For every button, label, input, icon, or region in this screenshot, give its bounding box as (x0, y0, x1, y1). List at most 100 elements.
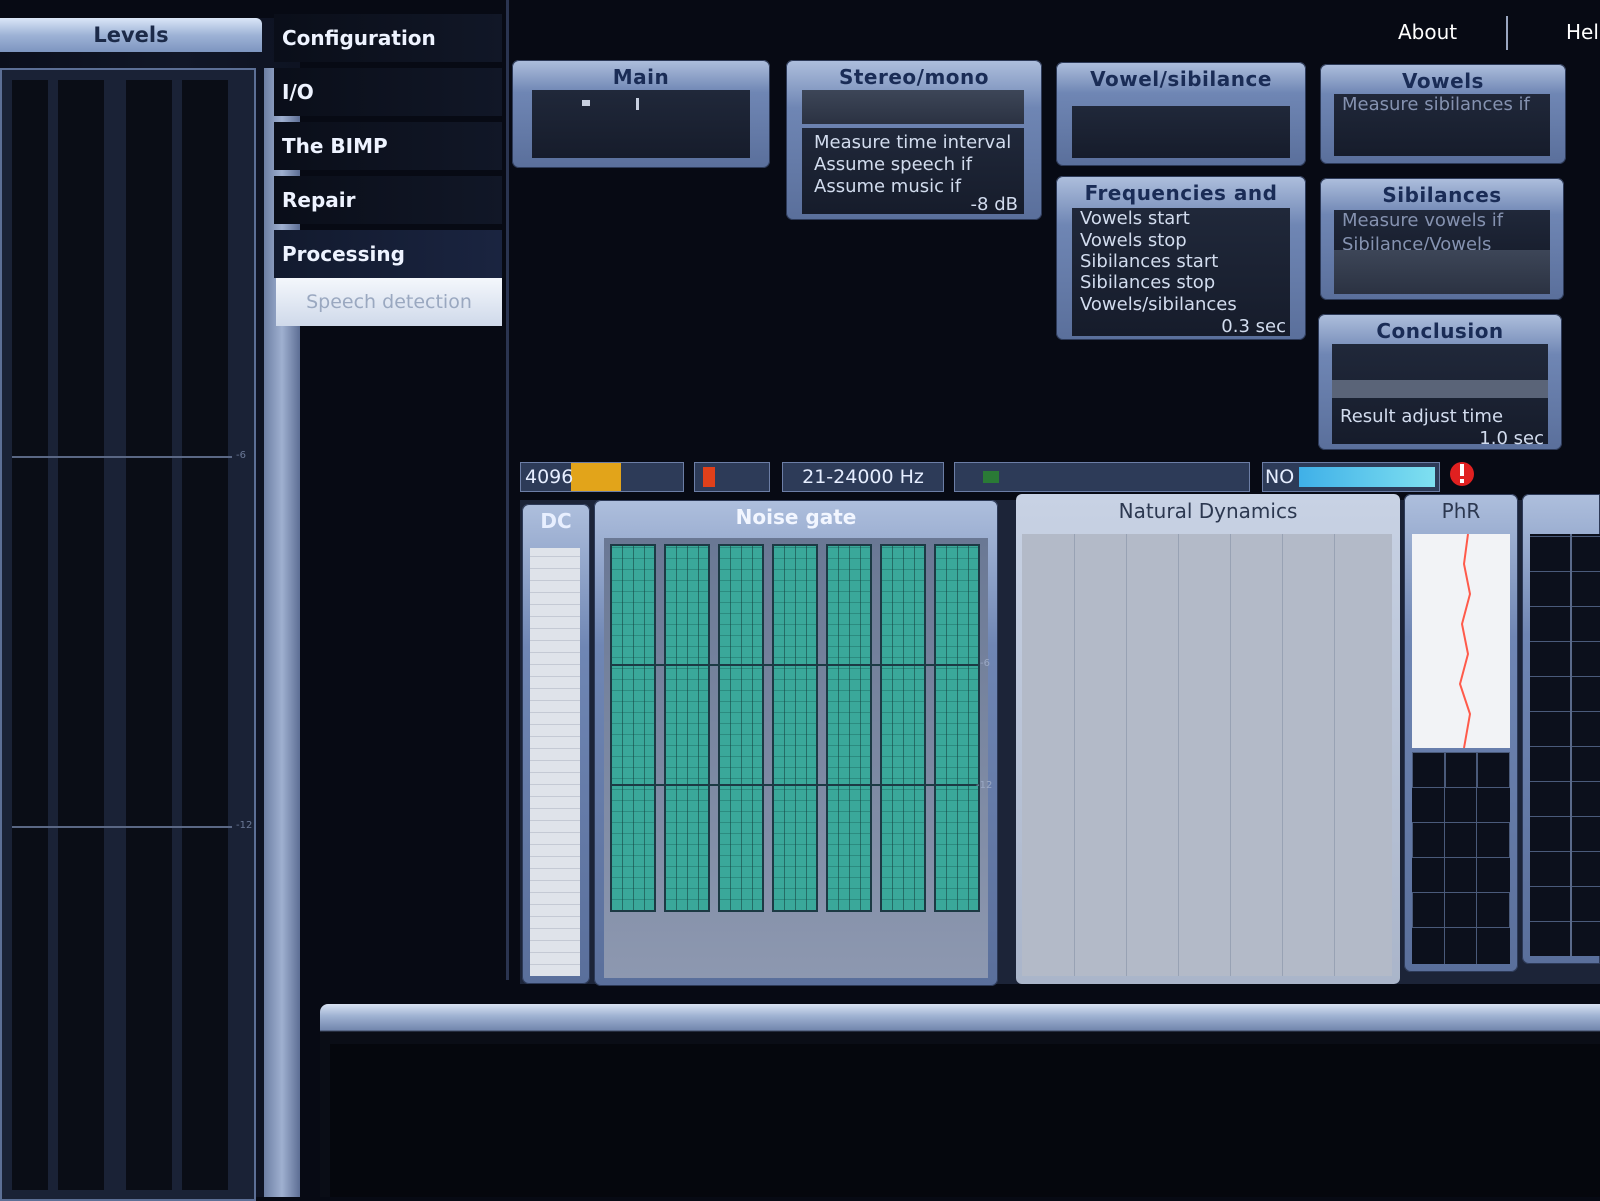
levels-panel: Levels -6 -12 (0, 18, 300, 1201)
nd-gridline (1230, 534, 1231, 976)
main-indicator (636, 98, 639, 110)
nav-repair[interactable]: Repair (274, 176, 502, 224)
phr-grid-line (1444, 752, 1445, 964)
progress-marker (983, 471, 999, 483)
conclusion-panel: Conclusion Result adjust time 1.0 sec (1318, 314, 1562, 450)
noise-gate-band[interactable] (880, 544, 926, 912)
nd-gridline (1126, 534, 1127, 976)
nd-gridline (1178, 534, 1179, 976)
phr-title: PhR (1441, 499, 1481, 523)
noise-gate-gridline (610, 664, 980, 666)
frequencies-title: Frequencies and (1084, 181, 1278, 205)
phr-grid-cell (1476, 752, 1510, 788)
bottom-panel (320, 1004, 1600, 1197)
meter-tick-label: -12 (236, 820, 253, 831)
sibilances-title: Sibilances (1382, 183, 1502, 207)
meter-gridline (12, 456, 232, 458)
right-module-line (1570, 534, 1572, 956)
nav-speech-detection[interactable]: Speech detection (276, 278, 502, 326)
buffer-value: 4096 (525, 466, 574, 488)
sibilances-slider[interactable] (1334, 250, 1550, 294)
red-indicator-box (694, 462, 770, 492)
nd-gridline (1282, 534, 1283, 976)
meter-channel (182, 80, 228, 1190)
phr-grid-cell (1412, 892, 1510, 928)
natural-dynamics-title: Natural Dynamics (1118, 499, 1298, 523)
levels-title: Levels (0, 18, 262, 52)
nav-processing[interactable]: Processing (274, 230, 502, 278)
frequencies-line: Sibilances stop (1080, 272, 1216, 293)
phr-trace-area (1412, 534, 1510, 748)
nd-gridline (1074, 534, 1075, 976)
sibilances-line: Measure vowels if (1342, 210, 1504, 231)
noise-gate-tick: -6 (980, 658, 990, 669)
noise-gate-tick: -12 (976, 780, 993, 791)
stereo-mono-title: Stereo/mono (838, 65, 990, 89)
frequencies-line: Vowels/sibilances (1080, 294, 1237, 315)
dc-meter (530, 548, 580, 976)
natural-dynamics-graph[interactable] (1022, 534, 1392, 976)
frequencies-line: Sibilances start (1080, 251, 1219, 272)
vowel-sibilance-panel: Vowel/sibilance (1056, 62, 1306, 166)
conclusion-title: Conclusion (1376, 319, 1504, 343)
right-module (1522, 494, 1600, 964)
nav-io[interactable]: I/O (274, 68, 502, 116)
meter-channel (126, 80, 172, 1190)
dc-module: DC (522, 504, 590, 984)
frequencies-value[interactable]: 0.3 sec (1221, 316, 1286, 337)
conclusion-body: Result adjust time 1.0 sec (1332, 344, 1548, 449)
stereo-mono-value[interactable]: -8 dB (971, 194, 1018, 215)
conclusion-value[interactable]: 1.0 sec (1479, 428, 1544, 449)
dc-title: DC (540, 509, 572, 533)
vowels-panel: Vowels Measure sibilances if (1320, 64, 1566, 164)
divider (506, 0, 509, 980)
frequencies-line: Vowels stop (1080, 230, 1187, 251)
freq-range-box: 21-24000 Hz (782, 462, 944, 492)
vowels-title: Vowels (1402, 69, 1484, 93)
noise-gate-bars (610, 544, 980, 912)
noise-gate-title: Noise gate (735, 505, 857, 529)
conclusion-slider[interactable] (1332, 380, 1548, 398)
meter-channel (58, 80, 104, 1190)
vowel-sibilance-body (1072, 106, 1290, 158)
phr-grid-line (1476, 752, 1477, 964)
right-module-meter (1530, 534, 1600, 956)
buffer-meter: 4096 (520, 462, 684, 492)
natural-dynamics-module: Natural Dynamics (1016, 494, 1400, 984)
noise-gate-band[interactable] (664, 544, 710, 912)
noise-gate-module: Noise gate -6 -12 (594, 500, 998, 986)
noise-gate-gridline (610, 784, 980, 786)
phr-grid (1412, 752, 1510, 964)
conclusion-line: Result adjust time (1340, 406, 1504, 427)
about-link[interactable]: About (1398, 20, 1457, 44)
nav-configuration[interactable]: Configuration (274, 14, 502, 62)
noise-gate-band[interactable] (718, 544, 764, 912)
stereo-mono-body: Measure time interval Assume speech if A… (802, 128, 1024, 215)
stereo-mono-panel: Stereo/mono Measure time interval Assume… (786, 60, 1042, 220)
link-divider (1506, 16, 1508, 50)
result-box: NO (1262, 462, 1440, 492)
stereo-mono-slider[interactable] (802, 90, 1024, 124)
frequencies-line: Vowels start (1080, 208, 1190, 229)
meter-gridline (12, 826, 232, 828)
levels-meter: -6 -12 (0, 68, 256, 1201)
noise-gate-band[interactable] (610, 544, 656, 912)
noise-gate-area: -6 -12 (604, 538, 992, 978)
main-panel-body (532, 90, 750, 158)
stereo-mono-line: Measure time interval (814, 132, 1012, 153)
noise-gate-band[interactable] (826, 544, 872, 912)
freq-range: 21-24000 Hz (802, 466, 924, 488)
nd-gridline (1334, 534, 1335, 976)
noise-gate-band[interactable] (934, 544, 980, 912)
phr-grid-cell (1444, 752, 1478, 788)
buffer-fill (571, 463, 621, 491)
result-bar (1299, 467, 1435, 487)
help-link[interactable]: Help (1566, 20, 1600, 44)
bottom-panel-body (330, 1044, 1600, 1197)
frequencies-panel: Frequencies and Vowels start Vowels stop… (1056, 176, 1306, 340)
red-indicator (703, 467, 715, 487)
nav-the-bimp[interactable]: The BIMP (274, 122, 502, 170)
meter-tick-label: -6 (236, 450, 246, 461)
main-panel-title: Main (612, 65, 670, 89)
noise-gate-band[interactable] (772, 544, 818, 912)
